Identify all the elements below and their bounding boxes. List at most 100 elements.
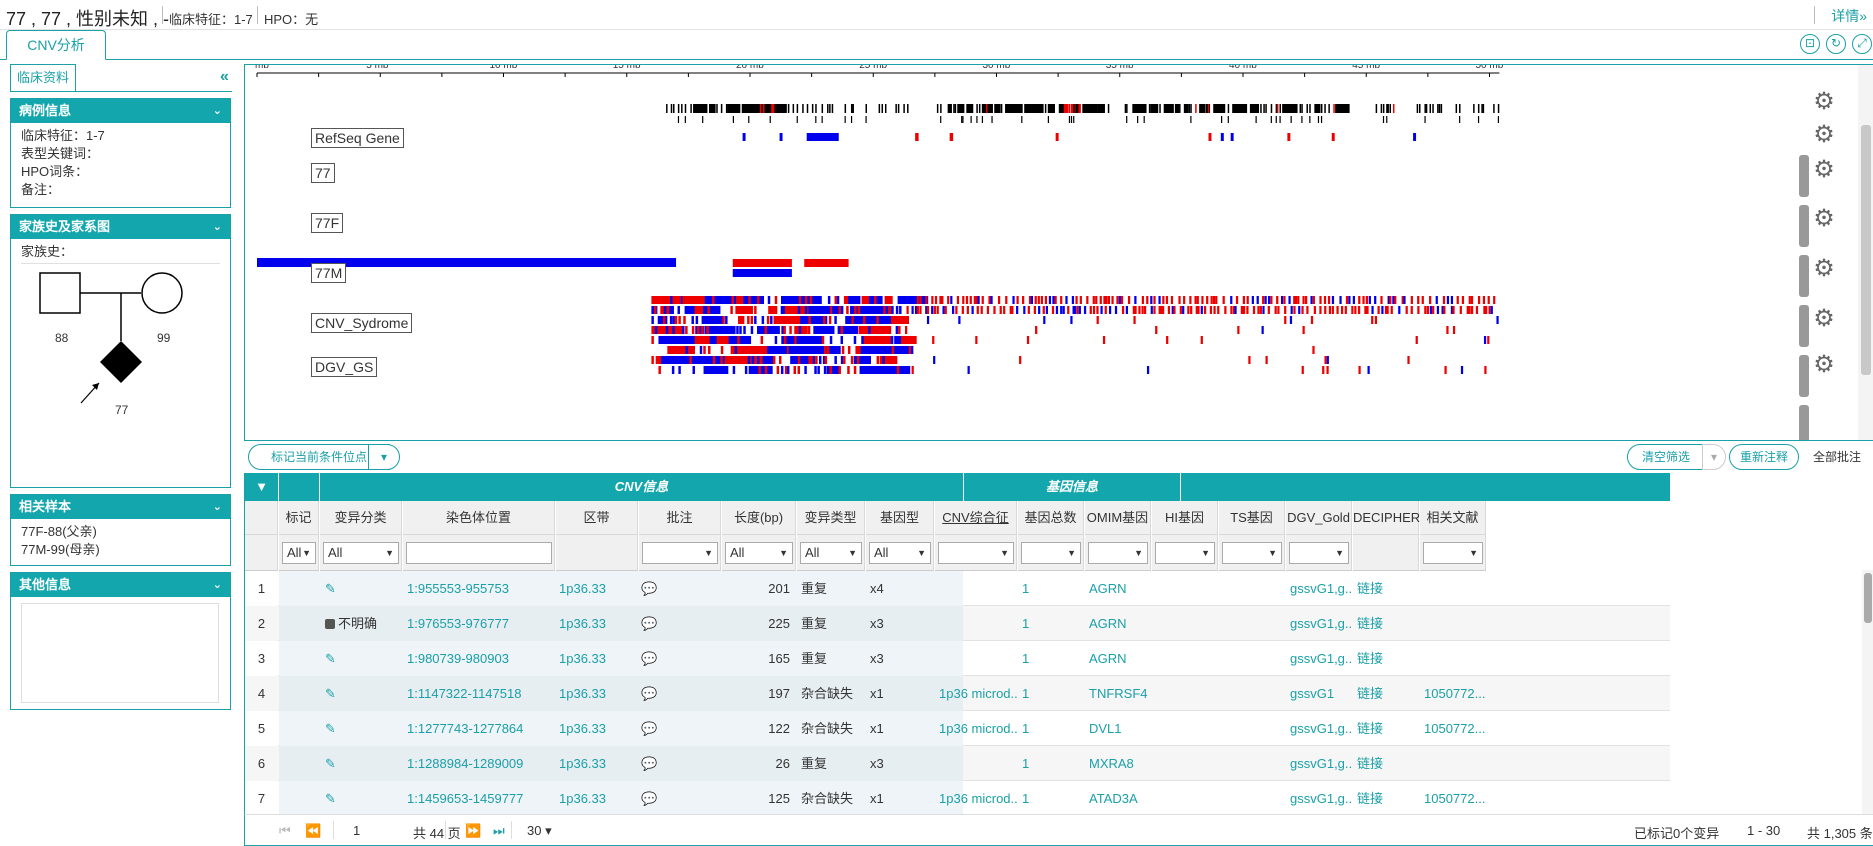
gear-icon[interactable]: ⚙ (1811, 122, 1837, 148)
comment-icon[interactable]: 💬 (641, 746, 661, 781)
tab-cnv-analysis[interactable]: CNV分析 (6, 30, 106, 60)
page-input[interactable]: 1 (353, 823, 360, 838)
detail-link[interactable]: 详情» (1831, 6, 1867, 26)
mother-circle[interactable] (141, 272, 183, 314)
edit-icon[interactable]: ✎ (325, 641, 345, 676)
gene-total[interactable]: 1 (1022, 676, 1082, 711)
decipher-link[interactable]: 链接 (1357, 641, 1417, 676)
col-filter-select[interactable]: All ▼ (869, 542, 931, 564)
related-sample-mother[interactable]: 77M-99(母亲) (11, 541, 230, 559)
decipher-link[interactable]: 链接 (1357, 746, 1417, 781)
col-filter-select[interactable]: All ▼ (800, 542, 862, 564)
cnv-syndrome[interactable]: 1p36 microd... (939, 676, 1017, 711)
col-filter-select[interactable]: ▼ (642, 542, 718, 564)
col-header-9[interactable]: 基因总数 (1018, 501, 1084, 535)
cyto-band[interactable]: 1p36.33 (559, 641, 639, 676)
clear-filter-button[interactable]: 清空筛选 (1627, 444, 1705, 470)
fullscreen-icon[interactable]: ⤢ (1852, 34, 1872, 54)
literature[interactable] (1424, 746, 1486, 781)
gear-icon[interactable]: ⚙ (1811, 352, 1837, 378)
decipher-link[interactable]: 链接 (1357, 711, 1417, 746)
chrom-position[interactable]: 1:980739-980903 (407, 641, 557, 676)
gear-icon[interactable]: ⚙ (1811, 306, 1837, 332)
mark-dropdown-button[interactable]: ▾ (368, 444, 400, 470)
track-handle[interactable] (1799, 305, 1809, 347)
related-sample-father[interactable]: 77F-88(父亲) (11, 523, 230, 541)
cyto-band[interactable]: 1p36.33 (559, 606, 639, 641)
gene-total[interactable]: 1 (1022, 606, 1082, 641)
col-filter-select[interactable]: ▼ (1222, 542, 1282, 564)
chevron-down-icon[interactable]: ⌄ (213, 495, 222, 519)
track-handle[interactable] (1799, 405, 1809, 440)
table-row[interactable]: 1 ✎ 1:955553-955753 1p36.33 💬 201 重复 x4 1 AGRN gss… (245, 571, 1670, 606)
omim-gene[interactable]: DVL1 (1089, 711, 1151, 746)
omim-gene[interactable]: AGRN (1089, 571, 1151, 606)
edit-icon[interactable]: ✎ (325, 781, 345, 815)
chevron-down-icon[interactable]: ⌄ (213, 573, 222, 597)
cnv-syndrome[interactable] (939, 571, 1017, 606)
cnv-syndrome[interactable] (939, 606, 1017, 641)
gene-total[interactable]: 1 (1022, 571, 1082, 606)
edit-icon[interactable]: ✎ (325, 711, 345, 746)
family-header[interactable]: 家族史及家系图 ⌄ (11, 215, 230, 239)
col-header-13[interactable]: DGV_Gold (1286, 501, 1352, 535)
tab-clinical-info[interactable]: 临床资料 (10, 64, 76, 92)
comment-icon[interactable]: 💬 (641, 676, 661, 711)
related-header[interactable]: 相关样本 ⌄ (11, 495, 230, 519)
first-page-icon[interactable]: ⏮ (279, 823, 291, 839)
col-header-12[interactable]: TS基因 (1219, 501, 1285, 535)
col-filter-select[interactable]: All ▼ (323, 542, 399, 564)
cyto-band[interactable]: 1p36.33 (559, 711, 639, 746)
cyto-band[interactable]: 1p36.33 (559, 571, 639, 606)
dgv-gold[interactable]: gssvG1,g... (1290, 781, 1352, 815)
father-square[interactable] (39, 272, 81, 314)
col-header-7[interactable]: 基因型 (866, 501, 934, 535)
literature[interactable]: 1050772... (1424, 711, 1486, 746)
decipher-link[interactable]: 链接 (1357, 676, 1417, 711)
omim-gene[interactable]: MXRA8 (1089, 746, 1151, 781)
grid-scroll-thumb[interactable] (1864, 573, 1872, 623)
table-row[interactable]: 5 ✎ 1:1277743-1277864 1p36.33 💬 122 杂合缺失 x1 1p36… (245, 711, 1670, 746)
comment-icon[interactable]: 💬 (641, 606, 661, 641)
other-info-textarea[interactable] (21, 603, 219, 703)
omim-gene[interactable]: ATAD3A (1089, 781, 1151, 815)
literature[interactable] (1424, 641, 1486, 676)
col-header-2[interactable]: 染色体位置 (403, 501, 555, 535)
table-row[interactable]: 4 ✎ 1:1147322-1147518 1p36.33 💬 197 杂合缺失 x1 1p36… (245, 676, 1670, 711)
comment-icon[interactable]: 💬 (641, 711, 661, 746)
col-filter-input[interactable] (406, 542, 552, 564)
gear-icon[interactable]: ⚙ (1811, 157, 1837, 183)
chrom-position[interactable]: 1:976553-976777 (407, 606, 557, 641)
edit-icon[interactable]: ✎ (325, 571, 345, 606)
omim-gene[interactable]: AGRN (1089, 641, 1151, 676)
track-handle[interactable] (1799, 155, 1809, 197)
col-header-10[interactable]: OMIM基因 (1085, 501, 1151, 535)
next-page-icon[interactable]: ⏩ (465, 823, 481, 839)
chrom-position[interactable]: 1:1288984-1289009 (407, 746, 557, 781)
comment-icon[interactable]: 💬 (641, 571, 661, 606)
col-header-11[interactable]: HI基因 (1152, 501, 1218, 535)
comment-icon[interactable]: 💬 (641, 781, 661, 815)
refresh-icon[interactable]: ↻ (1826, 34, 1846, 54)
reannotate-button[interactable]: 重新注释 (1729, 444, 1799, 470)
page-size-select[interactable]: 30 ▾ (527, 823, 552, 839)
gear-icon[interactable]: ⚙ (1811, 89, 1837, 115)
track-handle[interactable] (1799, 205, 1809, 247)
clear-filter-dropdown[interactable]: ▾ (1702, 444, 1726, 470)
track-handle[interactable] (1799, 255, 1809, 297)
literature[interactable] (1424, 571, 1486, 606)
col-header-0[interactable]: 标记 (279, 501, 319, 535)
cyto-band[interactable]: 1p36.33 (559, 781, 639, 815)
dgv-gold[interactable]: gssvG1,g... (1290, 606, 1352, 641)
col-header-15[interactable]: 相关文献 (1420, 501, 1486, 535)
literature[interactable] (1424, 606, 1486, 641)
gene-total[interactable]: 1 (1022, 641, 1082, 676)
annotate-all-button[interactable]: 全部批注 (1802, 444, 1872, 470)
col-filter-select[interactable]: All ▼ (282, 542, 316, 564)
col-filter-select[interactable]: ▼ (1423, 542, 1483, 564)
cnv-syndrome[interactable]: 1p36 microd... (939, 711, 1017, 746)
col-header-5[interactable]: 长度(bp) (722, 501, 796, 535)
table-row[interactable]: 3 ✎ 1:980739-980903 1p36.33 💬 165 重复 x3 1 AGRN gss… (245, 641, 1670, 676)
table-row[interactable]: 7 ✎ 1:1459653-1459777 1p36.33 💬 125 杂合缺失 x1 1p36… (245, 781, 1670, 815)
edit-icon[interactable]: ✎ (325, 746, 345, 781)
